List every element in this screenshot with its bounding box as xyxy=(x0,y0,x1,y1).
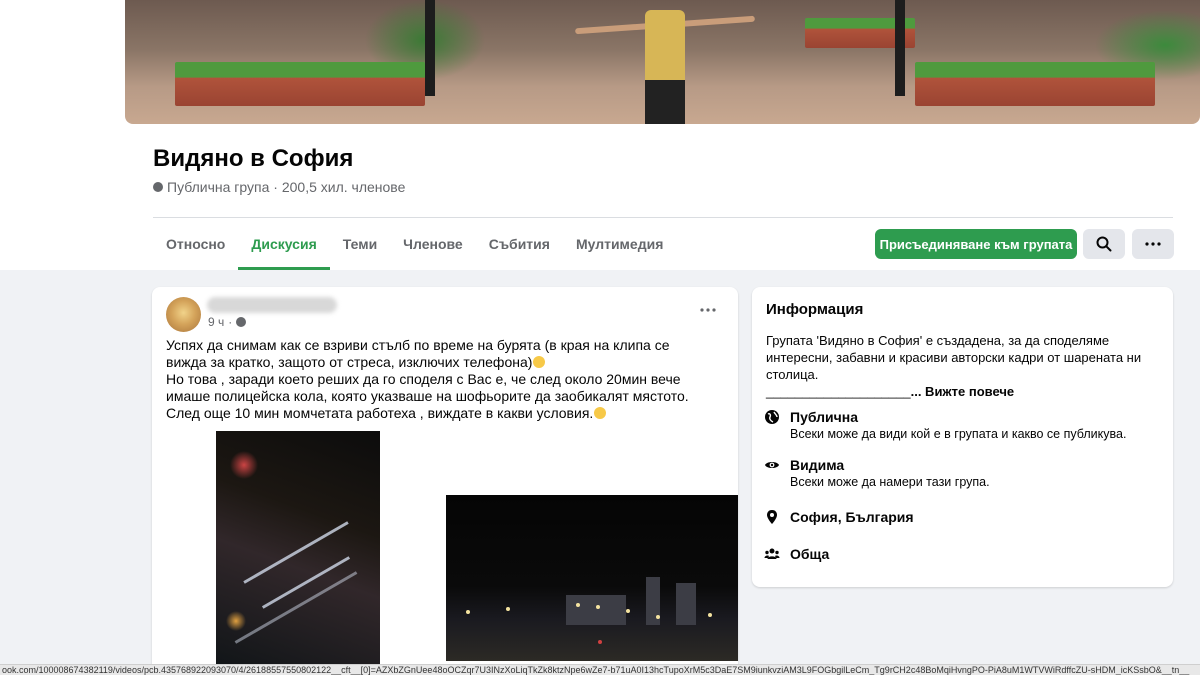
more-icon xyxy=(1145,242,1161,246)
info-row-title: Обща xyxy=(790,546,830,562)
tab-topics[interactable]: Теми xyxy=(330,220,390,270)
info-description: Групата 'Видяно в София' е създадена, за… xyxy=(766,332,1161,400)
info-row-title: Видима xyxy=(790,457,845,473)
search-button[interactable] xyxy=(1083,229,1125,259)
info-row-title[interactable]: София, България xyxy=(790,508,914,526)
post-more-button[interactable] xyxy=(696,301,720,319)
info-row-subtitle: Всеки може да види кой е в групата и как… xyxy=(790,427,1127,441)
eye-icon xyxy=(765,462,779,468)
group-title[interactable]: Видяно в София xyxy=(153,145,353,173)
post-card: 9 ч · Успях да снимам как се взриви стъл… xyxy=(152,287,738,675)
join-group-button[interactable]: Присъединяване към групата xyxy=(875,229,1077,259)
info-row-subtitle: Всеки може да намери тази група. xyxy=(790,475,990,489)
author-name-redacted[interactable] xyxy=(207,297,337,313)
clap-emoji-icon xyxy=(594,407,607,419)
group-tabs: Относно Дискусия Теми Членове Събития Му… xyxy=(153,220,676,270)
post-text-line1: Успях да снимам как се взриви стълб по в… xyxy=(166,337,670,370)
globe-icon xyxy=(153,182,163,192)
globe-icon xyxy=(765,410,779,424)
tab-events[interactable]: Събития xyxy=(476,220,563,270)
tab-about[interactable]: Относно xyxy=(153,220,238,270)
tab-members[interactable]: Членове xyxy=(390,220,476,270)
divider xyxy=(153,217,1173,218)
group-privacy-members: Публична група · 200,5 хил. членове xyxy=(167,179,406,195)
group-meta: Публична група · 200,5 хил. членове xyxy=(153,179,405,195)
more-icon xyxy=(700,308,716,312)
group-header: Видяно в София Публична група · 200,5 хи… xyxy=(0,0,1200,270)
avatar[interactable] xyxy=(166,297,201,332)
info-row-general: Обща xyxy=(764,545,829,563)
post-text: Успях да снимам как се взриви стълб по в… xyxy=(166,337,696,422)
post-timestamp: 9 ч · xyxy=(208,315,247,329)
info-row-location: София, България xyxy=(764,508,914,526)
info-description-text: Групата 'Видяно в София' е създадена, за… xyxy=(766,333,1142,382)
cover-photo[interactable] xyxy=(125,0,1200,124)
tab-media[interactable]: Мултимедия xyxy=(563,220,676,270)
post-time[interactable]: 9 ч xyxy=(208,315,224,329)
tab-discussion[interactable]: Дискусия xyxy=(238,220,330,270)
browser-status-bar-url: ook.com/100008674382119/videos/pcb.43576… xyxy=(0,664,1200,675)
globe-icon xyxy=(236,317,247,327)
people-icon xyxy=(764,548,780,559)
info-row-visible: Видима Всеки може да намери тази група. xyxy=(764,456,990,491)
post-text-line2: Но това , заради което реших да го споде… xyxy=(166,371,689,421)
info-underline: ____________________ xyxy=(766,384,911,399)
post-photo-night-city[interactable] xyxy=(446,495,738,661)
see-more-link[interactable]: ... Вижте повече xyxy=(911,384,1015,399)
grin-emoji-icon xyxy=(533,356,546,368)
info-row-title: Публична xyxy=(790,409,859,425)
more-options-button[interactable] xyxy=(1132,229,1174,259)
location-pin-icon xyxy=(767,510,777,524)
search-icon xyxy=(1096,236,1112,252)
info-card: Информация Групата 'Видяно в София' е съ… xyxy=(752,287,1173,587)
info-row-public: Публична Всеки може да види кой е в груп… xyxy=(764,408,1126,443)
post-photo-night-blurred[interactable] xyxy=(216,431,380,675)
info-heading: Информация xyxy=(766,301,864,318)
